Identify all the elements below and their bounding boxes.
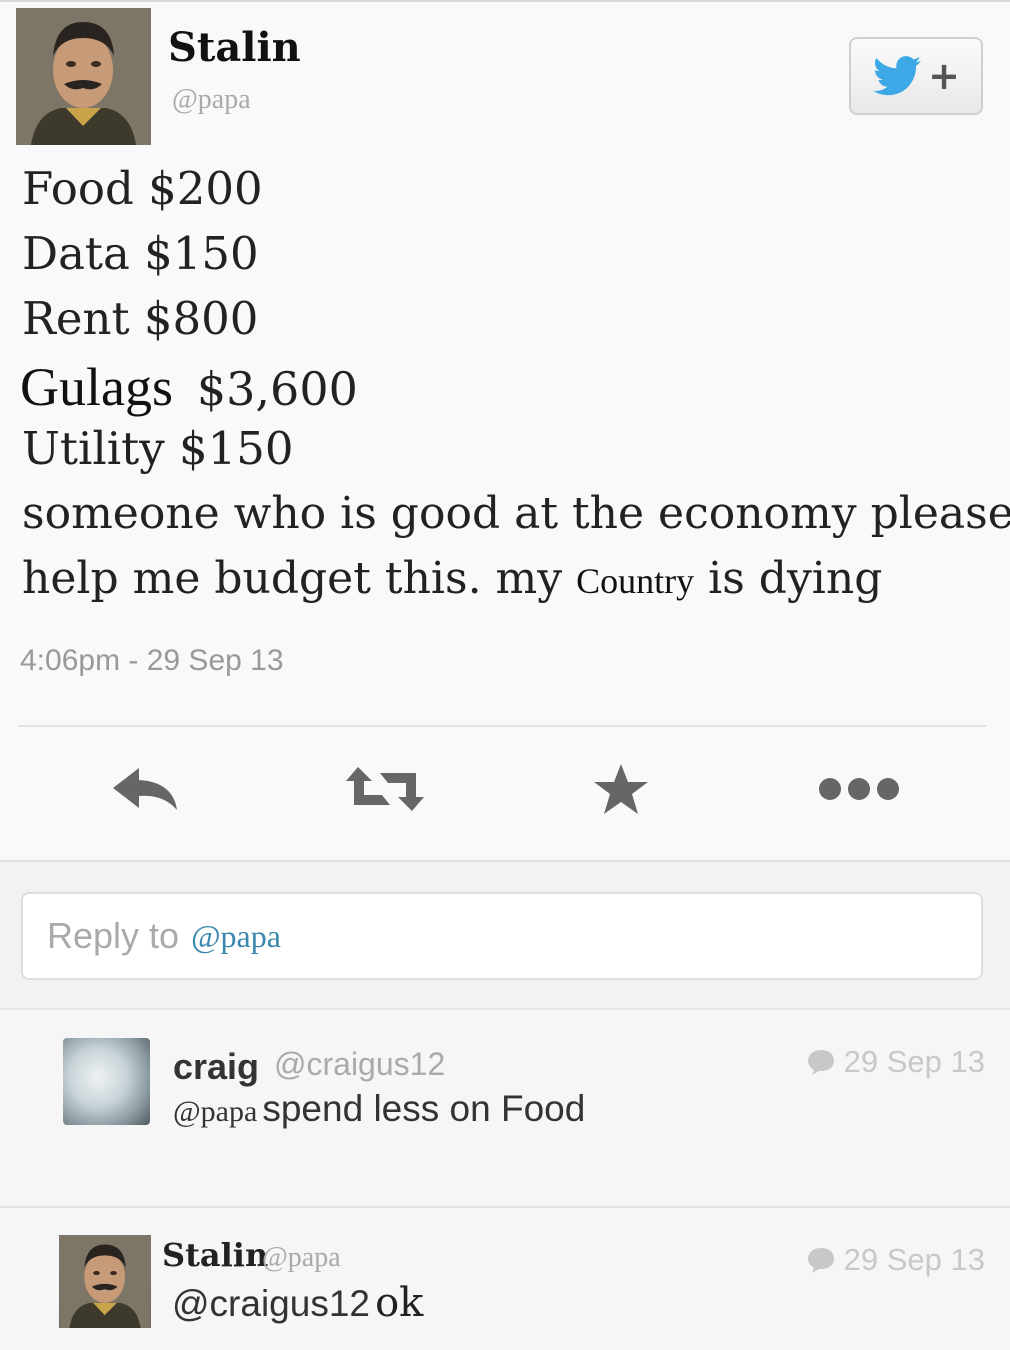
reply-avatar[interactable] — [59, 1235, 151, 1328]
retweet-button[interactable] — [340, 754, 430, 824]
favorite-star-icon — [594, 764, 648, 814]
reply-input[interactable]: Reply to @papa — [21, 892, 983, 980]
message-country: Country — [576, 561, 695, 601]
retweet-icon — [346, 767, 424, 811]
line-label: Gulags — [20, 357, 173, 417]
line-label: Rent — [22, 292, 130, 345]
portrait-image — [59, 1235, 151, 1328]
reply-date: 29 Sep 13 — [806, 1242, 985, 1278]
more-dots-icon — [819, 778, 899, 800]
reply-text: @craigus12 ok — [172, 1280, 423, 1326]
reply-area: Reply to @papa — [0, 860, 1010, 1010]
reply-icon — [113, 768, 177, 810]
line-label: Utility — [22, 422, 165, 475]
reply-text-body: ok — [375, 1280, 424, 1326]
reply-avatar[interactable] — [63, 1038, 150, 1125]
line-amount: $200 — [148, 162, 263, 215]
line-label: Food — [22, 162, 134, 215]
message-part: is dying — [708, 553, 883, 604]
reply-author-name[interactable]: Stalin — [162, 1236, 268, 1274]
more-button[interactable] — [814, 754, 904, 824]
speech-bubble-icon — [807, 1050, 834, 1075]
speech-bubble-icon — [807, 1248, 834, 1273]
reply-text-mention[interactable]: @papa — [173, 1095, 257, 1128]
reply-text: @papa spend less on Food — [173, 1088, 585, 1130]
divider — [18, 725, 986, 727]
portrait-image — [16, 8, 151, 145]
tweet-line-rent: Rent $800 — [22, 292, 258, 345]
reply-text-body: spend less on Food — [262, 1088, 586, 1129]
reply-author-handle[interactable]: @papa — [262, 1242, 341, 1274]
reply-mention: @papa — [191, 917, 281, 954]
tweet-line-utility: Utility $150 — [22, 422, 294, 475]
author-handle[interactable]: @papa — [172, 84, 251, 116]
line-amount: $800 — [143, 292, 259, 345]
tweet-message-line2: help me budget this. my Country is dying — [22, 553, 882, 604]
tweet-line-gulags: Gulags $3,600 — [20, 356, 358, 418]
follow-plus-icon: + — [928, 54, 960, 98]
tweet-message-line1: someone who is good at the economy pleas… — [22, 488, 1010, 539]
tweet-line-data: Data $150 — [22, 227, 259, 280]
tweet-card: Stalin @papa + Food $200 Data $150 Rent … — [0, 0, 1010, 860]
reply-date-text: 29 Sep 13 — [843, 1242, 985, 1277]
message-part: help me budget this. my — [22, 553, 563, 604]
author-avatar[interactable] — [16, 8, 151, 145]
favorite-button[interactable] — [576, 754, 666, 824]
tweet-timestamp[interactable]: 4:06pm - 29 Sep 13 — [20, 644, 284, 678]
reply-item[interactable]: craig @craigus12 29 Sep 13 @papa spend l… — [0, 1010, 1010, 1208]
line-amount: $3,600 — [196, 362, 358, 416]
tweet-line-food: Food $200 — [22, 162, 263, 215]
reply-item[interactable]: Stalin @papa 29 Sep 13 @craigus12 ok — [0, 1208, 1010, 1350]
reply-date-text: 29 Sep 13 — [843, 1044, 985, 1079]
follow-button[interactable]: + — [849, 37, 983, 115]
line-amount: $150 — [179, 422, 294, 475]
reply-button[interactable] — [100, 754, 190, 824]
reply-date: 29 Sep 13 — [806, 1044, 985, 1080]
reply-placeholder: Reply to — [47, 915, 180, 956]
reply-author-handle[interactable]: @craigus12 — [274, 1046, 445, 1083]
author-name[interactable]: Stalin — [168, 24, 301, 71]
twitter-bird-icon — [873, 56, 922, 96]
reply-text-mention[interactable]: @craigus12 — [172, 1283, 370, 1324]
line-label: Data — [22, 227, 130, 280]
reply-author-name[interactable]: craig — [173, 1046, 259, 1088]
line-amount: $150 — [144, 227, 259, 280]
